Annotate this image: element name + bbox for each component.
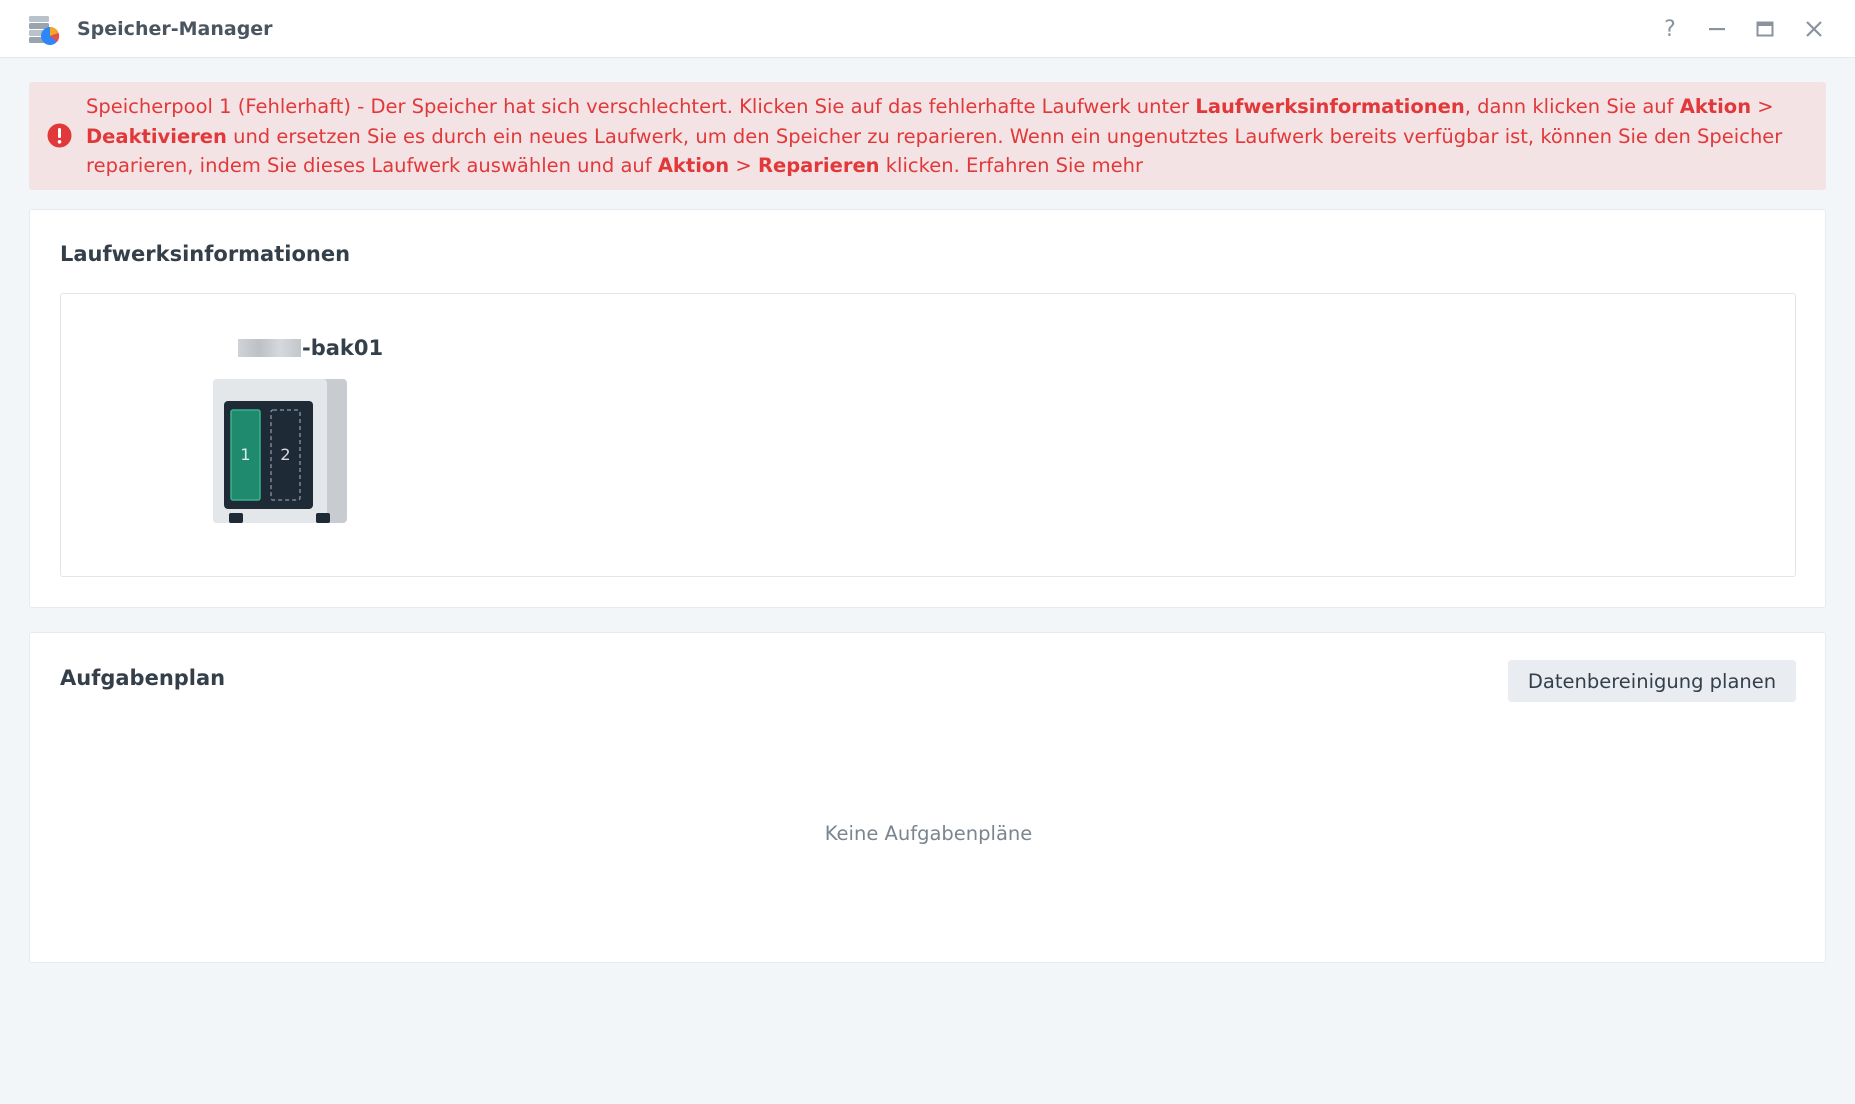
minimize-button[interactable]: [1702, 14, 1732, 44]
degraded-pool-alert: Speicherpool 1 (Fehlerhaft) - Der Speich…: [29, 82, 1826, 190]
drive-bay-1-label: 1: [240, 445, 250, 464]
drive-info-link[interactable]: Laufwerksinformationen: [1195, 95, 1464, 118]
alert-text: , dann klicken Sie auf: [1464, 95, 1680, 118]
action-label: Aktion: [1679, 95, 1752, 118]
alert-message: Speicherpool 1 (Fehlerhaft) - Der Speich…: [86, 92, 1821, 181]
close-icon: [1806, 21, 1822, 37]
help-button[interactable]: ?: [1655, 14, 1685, 44]
alert-text: Speicherpool 1 (Fehlerhaft) - Der Speich…: [86, 95, 1196, 118]
maximize-button[interactable]: [1750, 14, 1780, 44]
drive-bay-1[interactable]: 1: [230, 409, 261, 501]
close-button[interactable]: [1799, 14, 1829, 44]
task-plan-title: Aufgabenplan: [60, 666, 226, 690]
drive-info-title: Laufwerksinformationen: [60, 242, 351, 266]
redacted-hostname: [238, 339, 301, 357]
schedule-data-scrubbing-button[interactable]: Datenbereinigung planen: [1508, 660, 1796, 702]
repair-label: Reparieren: [757, 154, 880, 177]
title-bar: Speicher-Manager ?: [0, 0, 1855, 58]
error-icon: [47, 123, 72, 148]
storage-manager-app-icon: [29, 16, 60, 45]
window-title: Speicher-Manager: [77, 18, 273, 40]
drive-diagram-box: -bak01 1 2: [60, 293, 1796, 577]
drive-bay-2-label: 2: [280, 445, 290, 464]
deactivate-label: Deaktivieren: [86, 124, 227, 148]
alert-text: klicken.: [879, 154, 966, 177]
alert-separator: >: [729, 154, 758, 177]
help-icon: ?: [1664, 16, 1676, 42]
alert-separator: >: [1751, 95, 1774, 118]
minimize-icon: [1709, 28, 1725, 31]
task-plan-panel: Aufgabenplan Datenbereinigung planen Kei…: [29, 632, 1826, 963]
device-name-suffix: -bak01: [302, 336, 384, 360]
learn-more-link[interactable]: Erfahren Sie mehr: [966, 154, 1143, 177]
device-name: -bak01: [238, 336, 383, 360]
empty-task-list-text: Keine Aufgabenpläne: [824, 822, 1033, 845]
maximize-icon: [1756, 21, 1774, 37]
drive-bay-2[interactable]: 2: [270, 409, 301, 501]
drive-info-panel: Laufwerksinformationen -bak01 1 2: [29, 209, 1826, 608]
action-label: Aktion: [657, 154, 730, 177]
nas-drive-bays[interactable]: 1 2: [210, 377, 350, 529]
